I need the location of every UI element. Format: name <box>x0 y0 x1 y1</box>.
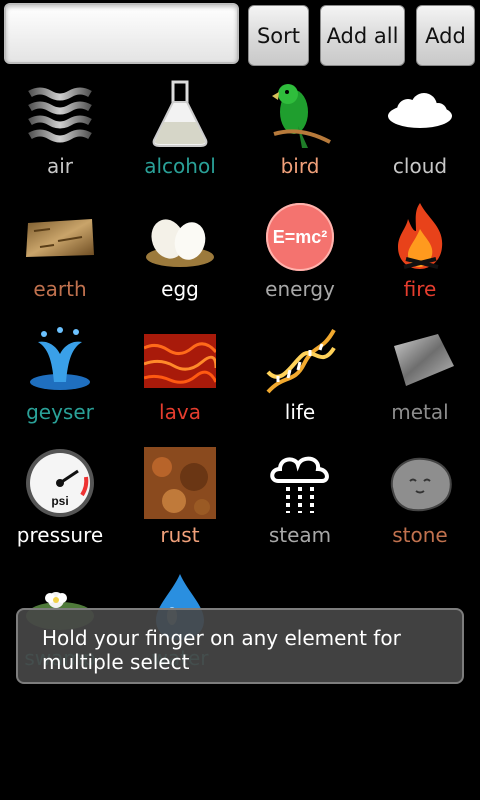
parrot-icon <box>272 84 331 148</box>
air-icon <box>28 87 92 143</box>
element-label: steam <box>268 523 332 547</box>
element-label: fire <box>403 277 437 301</box>
element-steam[interactable]: steam <box>240 439 360 562</box>
toast-text: Hold your finger on any element for mult… <box>42 626 401 674</box>
earth-icon <box>26 219 94 257</box>
element-life[interactable]: life <box>240 316 360 439</box>
svg-text:psi: psi <box>51 494 68 508</box>
element-stone[interactable]: stone <box>360 439 480 562</box>
element-cloud[interactable]: cloud <box>360 70 480 193</box>
rust-icon <box>144 447 216 519</box>
toast-message: Hold your finger on any element for mult… <box>16 608 464 684</box>
add-all-button[interactable]: Add all <box>320 5 405 66</box>
search-input[interactable] <box>4 3 239 64</box>
fire-icon <box>398 203 443 269</box>
element-alcohol[interactable]: alcohol <box>120 70 240 193</box>
element-label: alcohol <box>144 154 216 178</box>
element-air[interactable]: air <box>0 70 120 193</box>
element-label: life <box>284 400 316 424</box>
element-metal[interactable]: metal <box>360 316 480 439</box>
element-label: egg <box>161 277 199 301</box>
element-label: lava <box>159 400 201 424</box>
dna-icon <box>266 329 336 394</box>
metal-icon <box>394 334 454 386</box>
element-energy[interactable]: E=mc² energy <box>240 193 360 316</box>
element-fire[interactable]: fire <box>360 193 480 316</box>
element-label: rust <box>160 523 200 547</box>
element-pressure[interactable]: psi pressure <box>0 439 120 562</box>
cloud-icon <box>388 93 452 128</box>
element-geyser[interactable]: geyser <box>0 316 120 439</box>
emc2-icon: E=mc² <box>266 203 334 271</box>
geyser-icon <box>30 327 90 390</box>
svg-text:E=mc²: E=mc² <box>273 227 328 247</box>
steam-icon <box>270 456 329 513</box>
element-label: stone <box>392 523 448 547</box>
sort-button[interactable]: Sort <box>248 5 309 66</box>
eggs-icon <box>146 219 214 267</box>
element-rust[interactable]: rust <box>120 439 240 562</box>
element-bird[interactable]: bird <box>240 70 360 193</box>
add-button[interactable]: Add <box>416 5 475 66</box>
element-label: energy <box>265 277 335 301</box>
stone-icon <box>390 457 452 512</box>
element-label: geyser <box>26 400 94 424</box>
lava-icon <box>144 334 216 388</box>
element-earth[interactable]: earth <box>0 193 120 316</box>
element-lava[interactable]: lava <box>120 316 240 439</box>
toolbar: Sort Add all Add <box>0 0 480 70</box>
gauge-icon: psi <box>26 449 94 517</box>
flask-icon <box>152 80 208 147</box>
element-label: pressure <box>16 523 104 547</box>
element-label: earth <box>33 277 87 301</box>
element-egg[interactable]: egg <box>120 193 240 316</box>
element-label: metal <box>391 400 449 424</box>
element-label: cloud <box>392 154 448 178</box>
element-label: air <box>46 154 74 178</box>
element-label: bird <box>280 154 320 178</box>
